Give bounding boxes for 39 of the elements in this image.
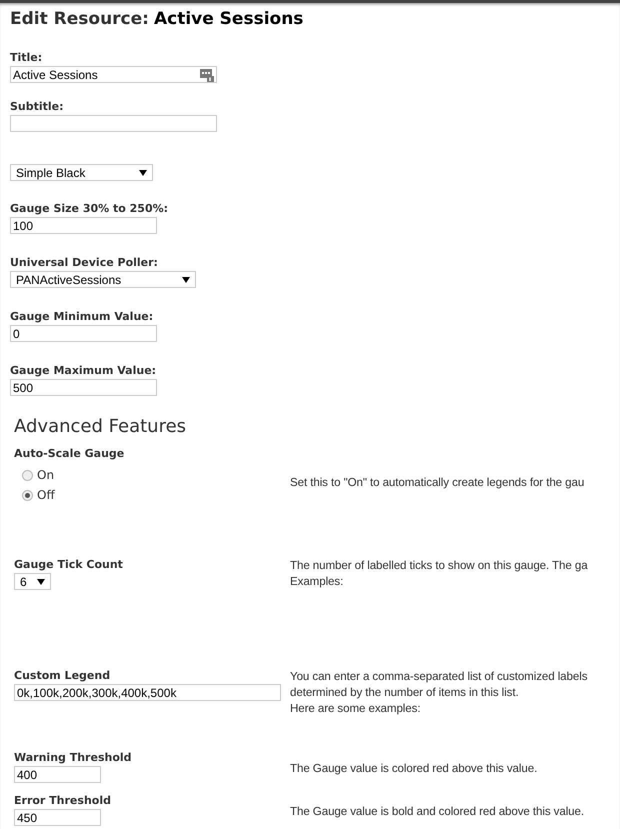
input-field[interactable]: 450 — [14, 809, 101, 826]
caret-icon — [182, 276, 190, 282]
field-label: Title: — [10, 51, 44, 64]
caret-icon — [37, 578, 45, 584]
dropdown[interactable]: PANActiveSessions — [10, 271, 196, 288]
field-label: Universal Device Poller: — [10, 256, 159, 269]
field-label: Auto-Scale Gauge — [14, 447, 126, 460]
help-text: The number of labelled ticks to show on this gauge. The ga — [290, 558, 589, 574]
input-field[interactable]: 400 — [14, 766, 101, 783]
input-field[interactable]: 500 — [10, 379, 157, 396]
help-text: Examples: — [290, 574, 344, 590]
radio-option[interactable]: On — [22, 468, 290, 482]
caret-icon — [139, 170, 147, 176]
radio-icon[interactable] — [22, 490, 33, 500]
field-label: Gauge Size 30% to 250%: — [10, 202, 170, 215]
section-title: Advanced Features — [14, 416, 188, 437]
field-label: Subtitle: — [10, 100, 65, 113]
help-text: The Gauge value is colored red above this value. — [290, 761, 538, 777]
field-label: Error Threshold — [14, 794, 112, 807]
help-text: The Gauge value is bold and colored red above this value. — [290, 804, 586, 820]
field-label: Gauge Maximum Value: — [10, 364, 158, 377]
help-text: Set this to "On" to automatically create legends for the gau — [290, 475, 586, 491]
field-label: Warning Threshold — [14, 751, 133, 764]
field-label: Gauge Minimum Value: — [10, 310, 154, 323]
input-field[interactable]: 100 — [10, 217, 157, 234]
help-text: You can enter a comma-separated list of customized labels — [290, 669, 588, 685]
dropdown[interactable]: 6 — [14, 573, 51, 590]
help-text: Here are some examples: — [290, 701, 422, 717]
input-field[interactable] — [10, 115, 217, 132]
radio-option[interactable]: Off — [22, 488, 290, 502]
field-label: Gauge Tick Count — [14, 558, 124, 571]
dropdown[interactable]: Simple Black — [10, 164, 153, 181]
field-label: Custom Legend — [14, 669, 112, 682]
input-field[interactable]: 0 — [10, 325, 157, 342]
input-field[interactable]: 0k,100k,200k,300k,400k,500k — [14, 684, 281, 701]
help-text: determined by the number of items in this list. — [290, 685, 520, 701]
radio-icon[interactable] — [22, 470, 33, 480]
input-field[interactable]: Active Sessions — [10, 66, 217, 83]
page-title: Edit Resource: Active Sessions — [10, 9, 304, 29]
